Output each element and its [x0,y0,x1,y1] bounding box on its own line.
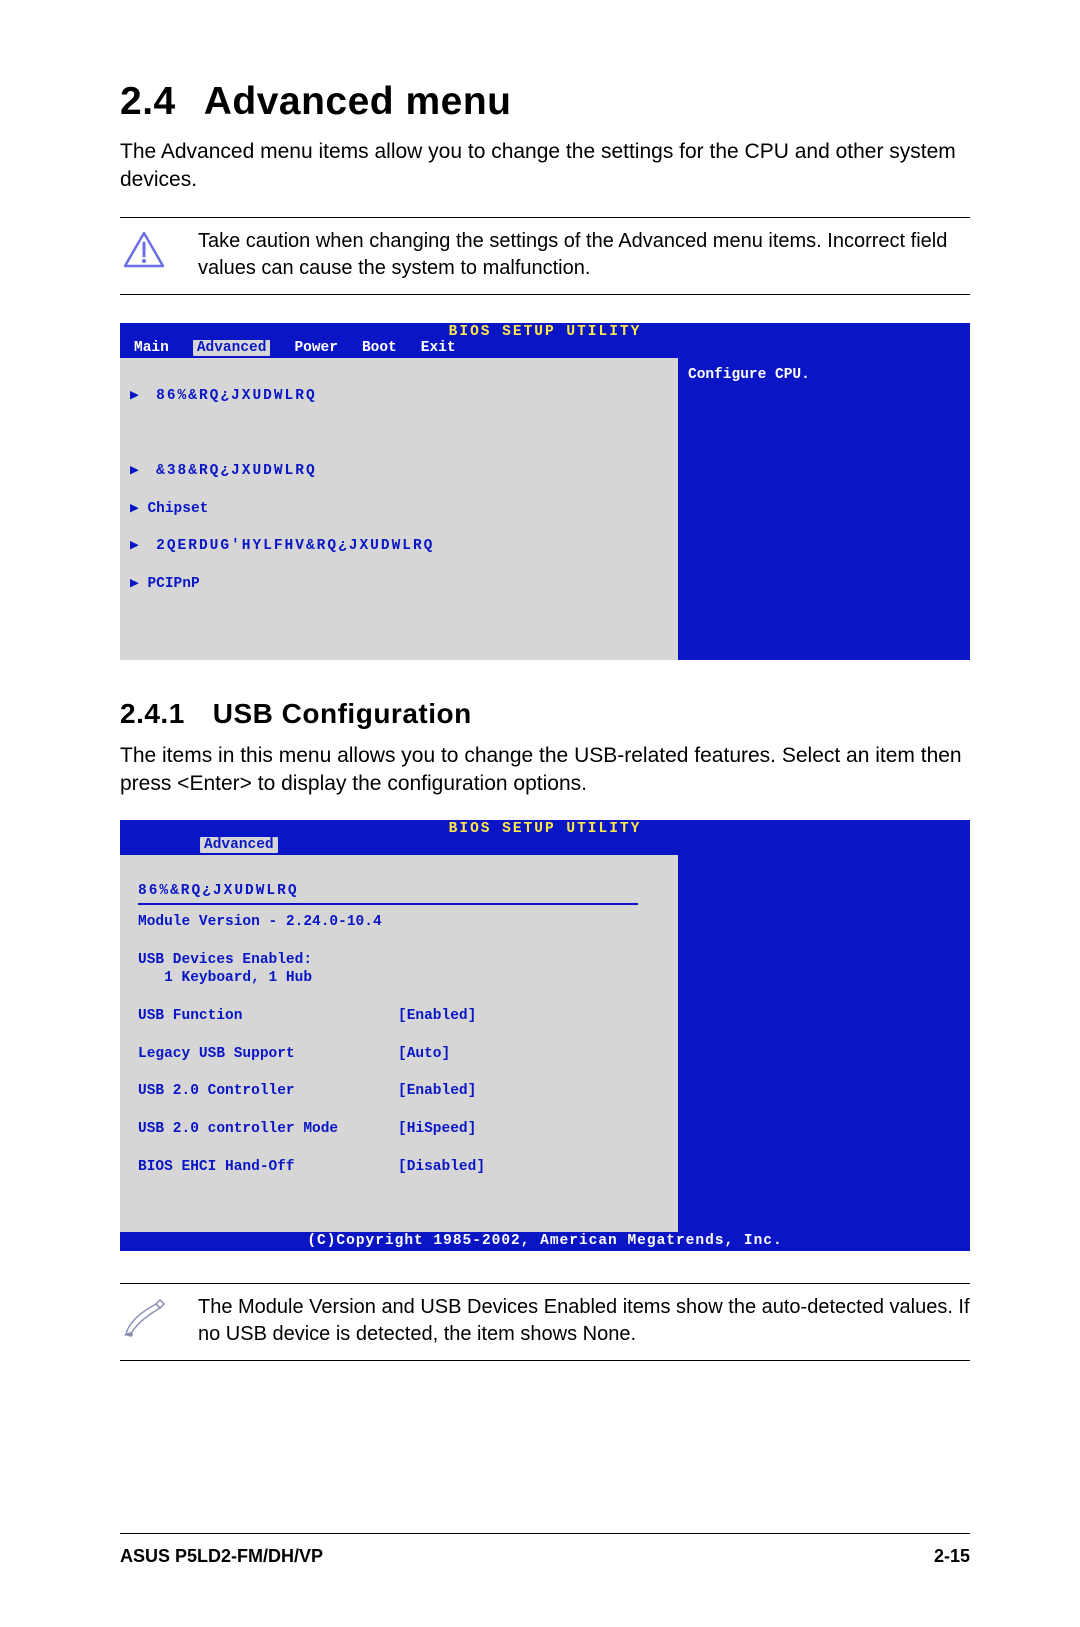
page-footer: ASUS P5LD2-FM/DH/VP 2-15 [120,1533,970,1567]
bios1-title: BIOS SETUP UTILITY [120,323,970,340]
section-number: 2.4 [120,80,176,124]
bios1-help-panel: Configure CPU. [678,358,970,660]
setting-label: USB Function [138,1007,398,1026]
bios2-tabs: Advanced [120,837,970,855]
setting-label: Legacy USB Support [138,1045,398,1064]
setting-label: BIOS EHCI Hand-Off [138,1158,398,1177]
caution-note: Take caution when changing the settings … [120,217,970,295]
menu-item[interactable]: Chipset [147,501,208,517]
section-intro: The Advanced menu items allow you to cha… [120,138,970,195]
bios2-help-panel [678,855,970,1232]
menu-item[interactable]: PCIPnP [147,576,199,592]
setting-row[interactable]: USB 2.0 controller Mode[HiSpeed] [138,1120,664,1139]
bios2-title: BIOS SETUP UTILITY [120,820,970,837]
bios1-tabs: Main Advanced Power Boot Exit [120,340,970,358]
setting-value: [Auto] [398,1045,450,1064]
setting-value: [Disabled] [398,1158,485,1177]
bios2-copyright: (C)Copyright 1985-2002, American Megatre… [120,1232,970,1251]
setting-value: [HiSpeed] [398,1120,476,1139]
bios-usb-configuration: BIOS SETUP UTILITY Advanced 86%&RQ¿JXUDW… [120,820,970,1251]
tab-main[interactable]: Main [134,340,169,356]
pencil-icon [120,1294,168,1340]
tab-advanced[interactable]: Advanced [200,837,278,853]
info-line: Module Version - 2.24.0-10.4 [138,914,382,930]
note-text: The Module Version and USB Devices Enabl… [198,1294,970,1348]
tab-advanced[interactable]: Advanced [193,340,271,356]
menu-arrow-icon [130,501,147,517]
bios2-section-label: 86%&RQ¿JXUDWLRQ [138,882,638,905]
section-title: Advanced menu [204,80,512,123]
tab-power[interactable]: Power [294,340,338,356]
setting-row[interactable]: USB 2.0 Controller[Enabled] [138,1082,664,1101]
subsection-heading: 2.4.1 USB Configuration [120,698,970,730]
setting-row[interactable]: BIOS EHCI Hand-Off[Disabled] [138,1158,664,1177]
setting-label: USB 2.0 Controller [138,1082,398,1101]
menu-arrow-icon [130,463,156,479]
info-note: The Module Version and USB Devices Enabl… [120,1283,970,1361]
menu-item[interactable]: 2QERDUG'HYLFHV&RQ¿JXUDWLRQ [156,538,434,554]
bios-advanced-menu: BIOS SETUP UTILITY Main Advanced Power B… [120,323,970,660]
info-line: USB Devices Enabled: [138,952,312,968]
menu-arrow-icon [130,538,156,554]
menu-arrow-icon [130,576,147,592]
subsection-title: USB Configuration [213,698,472,729]
menu-item[interactable]: &38&RQ¿JXUDWLRQ [156,463,317,479]
setting-row[interactable]: Legacy USB Support[Auto] [138,1045,664,1064]
bios1-menu: 86%&RQ¿JXUDWLRQ &38&RQ¿JXUDWLRQ Chipset … [120,358,678,660]
section-heading: 2.4 Advanced menu [120,80,970,124]
setting-value: [Enabled] [398,1082,476,1101]
caution-icon [120,228,168,270]
footer-left: ASUS P5LD2-FM/DH/VP [120,1546,323,1567]
bios1-help-text: Configure CPU. [688,367,810,383]
menu-arrow-icon [130,388,156,404]
subsection-intro: The items in this menu allows you to cha… [120,742,970,799]
tab-boot[interactable]: Boot [362,340,397,356]
caution-text: Take caution when changing the settings … [198,228,970,282]
tab-exit[interactable]: Exit [421,340,456,356]
bios2-content: 86%&RQ¿JXUDWLRQ Module Version - 2.24.0-… [120,855,678,1232]
info-line: 1 Keyboard, 1 Hub [138,970,312,986]
menu-item[interactable]: 86%&RQ¿JXUDWLRQ [156,388,317,404]
footer-right: 2-15 [934,1546,970,1567]
subsection-number: 2.4.1 [120,698,185,730]
setting-value: [Enabled] [398,1007,476,1026]
setting-row[interactable]: USB Function[Enabled] [138,1007,664,1026]
setting-label: USB 2.0 controller Mode [138,1120,398,1139]
